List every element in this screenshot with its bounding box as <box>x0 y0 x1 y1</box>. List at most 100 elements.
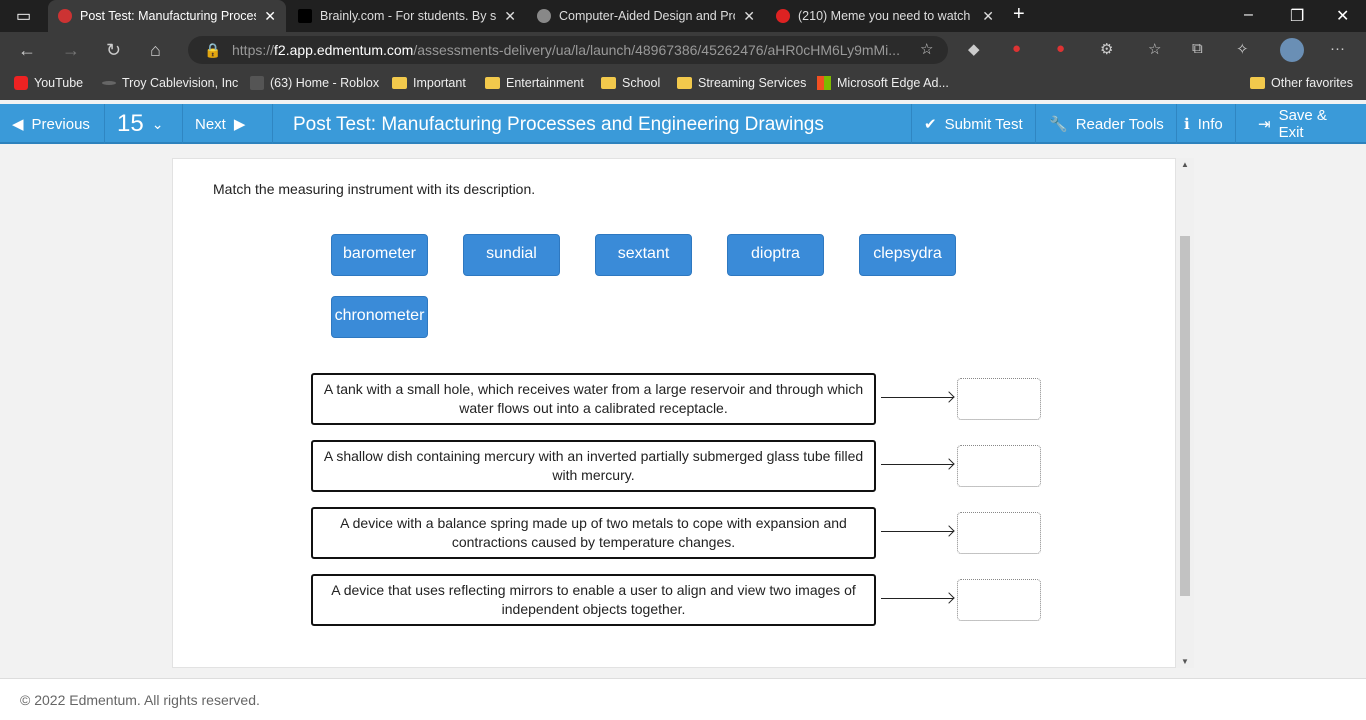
close-window-icon[interactable]: ✕ <box>1336 6 1349 26</box>
bookmark-streaming[interactable]: Streaming Services <box>677 76 806 90</box>
arrow-left-circle-icon: ◀ <box>12 116 24 133</box>
arrow-right-circle-icon: ▶ <box>233 116 246 133</box>
arrow-icon <box>881 598 953 599</box>
minimize-icon[interactable]: – <box>1244 6 1253 24</box>
submit-test-button[interactable]: ✔ Submit Test <box>911 104 1036 144</box>
url-prefix: https:// <box>232 42 275 58</box>
description-3: A device with a balance spring made up o… <box>311 507 876 559</box>
folder-icon <box>392 77 407 89</box>
close-icon[interactable]: ✕ <box>982 8 994 25</box>
bookmark-edge[interactable]: Microsoft Edge Ad... <box>817 76 949 90</box>
tab-title: Brainly.com - For students. By students. <box>320 9 497 23</box>
tab-post-test[interactable]: Post Test: Manufacturing Processes and E… <box>48 0 286 32</box>
forward-icon[interactable]: → <box>62 40 80 61</box>
collections-icon[interactable]: ⧉ <box>1192 40 1203 57</box>
question-number-dropdown[interactable]: 15 ⌄ <box>105 104 183 144</box>
profile-avatar[interactable] <box>1280 38 1304 62</box>
drop-target-2[interactable] <box>957 445 1041 487</box>
close-icon[interactable]: ✕ <box>743 8 755 25</box>
lock-icon: 🔒 <box>204 42 222 58</box>
extensions-icon[interactable]: ⚙ <box>1100 40 1113 58</box>
roblox-icon <box>250 76 264 90</box>
info-button[interactable]: ℹ Info <box>1172 104 1236 144</box>
bookmark-roblox[interactable]: (63) Home - Roblox <box>250 76 379 90</box>
restore-icon[interactable]: ❐ <box>1290 6 1304 26</box>
tab-title: Computer-Aided Design and Production <box>559 9 735 23</box>
tab-bar: ▭ Post Test: Manufacturing Processes and… <box>0 0 1366 32</box>
question-prompt: Match the measuring instrument with its … <box>213 181 536 197</box>
bookmarks-bar: YouTube Troy Cablevision, Inc (63) Home … <box>0 68 1366 100</box>
footer: © 2022 Edmentum. All rights reserved. <box>0 678 1366 720</box>
refresh-icon[interactable]: ↻ <box>106 40 121 61</box>
bookmark-school[interactable]: School <box>601 76 660 90</box>
close-icon[interactable]: ✕ <box>504 8 516 25</box>
bookmark-troy[interactable]: Troy Cablevision, Inc <box>102 76 238 90</box>
arrow-icon <box>881 531 953 532</box>
tab-title: (210) Meme you need to watch <box>798 9 971 23</box>
scroll-down-icon[interactable]: ▼ <box>1181 657 1189 666</box>
home-icon[interactable]: ⌂ <box>150 40 161 61</box>
more-icon[interactable]: ··· <box>1330 40 1345 57</box>
scrollbar-thumb[interactable] <box>1180 236 1190 596</box>
address-bar-row: ← → ↻ ⌂ 🔒 https://f2.app.edmentum.com/ass… <box>0 32 1366 68</box>
previous-button[interactable]: ◀ Previous <box>0 104 105 144</box>
youtube-favicon <box>776 9 790 23</box>
option-sextant[interactable]: sextant <box>595 234 692 276</box>
scrollbar[interactable]: ▲ ▼ <box>1176 158 1194 668</box>
drop-target-4[interactable] <box>957 579 1041 621</box>
tab-youtube[interactable]: (210) Meme you need to watch ✕ <box>766 0 1004 32</box>
folder-icon <box>677 77 692 89</box>
extension-icon[interactable]: ● <box>1012 40 1021 57</box>
tab-brainly[interactable]: Brainly.com - For students. By students.… <box>288 0 526 32</box>
youtube-icon <box>14 76 28 90</box>
page-title: Post Test: Manufacturing Processes and E… <box>293 114 824 135</box>
description-1: A tank with a small hole, which receives… <box>311 373 876 425</box>
favorite-star-icon[interactable]: ☆ <box>920 40 933 58</box>
microsoft-icon <box>817 76 831 90</box>
test-toolbar: ◀ Previous 15 ⌄ Next ▶ Post Test: Manufactu… <box>0 104 1366 144</box>
folder-icon <box>601 77 616 89</box>
next-button[interactable]: Next ▶ <box>183 104 273 144</box>
scroll-up-icon[interactable]: ▲ <box>1181 160 1189 169</box>
new-tab-icon[interactable]: + <box>1013 3 1025 26</box>
bookmark-youtube[interactable]: YouTube <box>14 76 83 90</box>
chevron-down-icon: ⌄ <box>151 115 164 132</box>
adblock-icon[interactable]: ● <box>1056 40 1065 57</box>
bookmark-other-favorites[interactable]: Other favorites <box>1250 76 1353 90</box>
edmentum-favicon <box>58 9 72 23</box>
option-dioptra[interactable]: dioptra <box>727 234 824 276</box>
sign-out-icon: ⇥ <box>1258 116 1271 133</box>
reader-tools-button[interactable]: 🔧 Reader Tools <box>1037 104 1177 144</box>
url-path: /assessments-delivery/ua/la/launch/48967… <box>413 42 900 58</box>
arrow-icon <box>881 464 953 465</box>
favorites-icon[interactable]: ☆ <box>1148 40 1161 58</box>
roblox-extension-icon[interactable]: ◆ <box>968 40 980 58</box>
info-icon: ℹ <box>1184 116 1190 133</box>
tab-cad[interactable]: Computer-Aided Design and Production ✕ <box>527 0 765 32</box>
site-icon <box>102 81 116 85</box>
drop-target-1[interactable] <box>957 378 1041 420</box>
drop-target-3[interactable] <box>957 512 1041 554</box>
tab-title: Post Test: Manufacturing Processes and E… <box>80 9 256 23</box>
question-card: Match the measuring instrument with its … <box>172 158 1176 668</box>
tab-actions-icon[interactable]: ▭ <box>16 6 31 26</box>
bookmark-entertainment[interactable]: Entertainment <box>485 76 584 90</box>
folder-icon <box>1250 77 1265 89</box>
bookmark-important[interactable]: Important <box>392 76 466 90</box>
copilot-icon[interactable]: ✧ <box>1236 40 1249 58</box>
arrow-icon <box>881 397 953 398</box>
url-host: f2.app.edmentum.com <box>274 42 414 58</box>
option-barometer[interactable]: barometer <box>331 234 428 276</box>
close-icon[interactable]: ✕ <box>264 8 276 25</box>
back-icon[interactable]: ← <box>18 40 36 61</box>
option-chronometer[interactable]: chronometer <box>331 296 428 338</box>
option-clepsydra[interactable]: clepsydra <box>859 234 956 276</box>
wrench-icon: 🔧 <box>1049 116 1068 133</box>
description-2: A shallow dish containing mercury with a… <box>311 440 876 492</box>
folder-icon <box>485 77 500 89</box>
check-circle-icon: ✔ <box>924 116 937 133</box>
option-sundial[interactable]: sundial <box>463 234 560 276</box>
save-exit-button[interactable]: ⇥ Save & Exit <box>1246 104 1366 144</box>
url-input[interactable]: 🔒 https://f2.app.edmentum.com/assessments… <box>188 36 948 64</box>
google-favicon <box>537 9 551 23</box>
